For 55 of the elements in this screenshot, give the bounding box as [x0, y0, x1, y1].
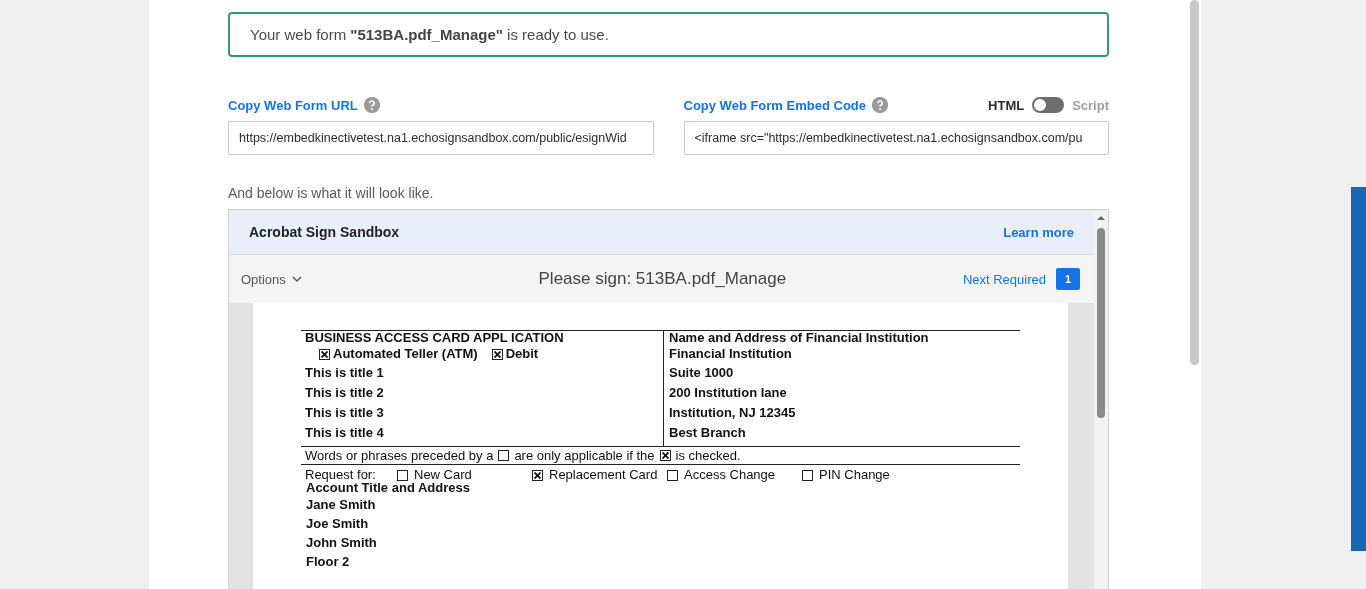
form-text: Institution, NJ 12345	[669, 404, 797, 422]
form-text: John Smith	[306, 534, 378, 552]
checkbox[interactable]	[319, 348, 330, 360]
checkbox-label: Debit	[505, 345, 539, 363]
checkbox[interactable]	[491, 348, 503, 360]
checkbox-label: PIN Change	[819, 466, 890, 484]
required-count-badge: 1	[1056, 268, 1080, 290]
form-text: Floor 2	[306, 553, 351, 571]
form-text: This is title 4	[305, 424, 385, 442]
form-text: Jane Smith	[306, 496, 377, 514]
checkbox[interactable]	[667, 469, 678, 481]
form-text: Suite 1000	[669, 364, 735, 382]
form-text: Financial Institution	[669, 345, 793, 363]
preview-caption: And below is what it will look like.	[228, 185, 435, 201]
toggle-label: HTML	[988, 97, 1025, 113]
checkbox-label: Access Change	[684, 466, 776, 484]
url-field[interactable]: https://embedkinectivetest.na1.echosignsandbox.com/public/esignWid	[228, 121, 654, 155]
toggle-label: Script	[1072, 97, 1109, 113]
request-label: Request for:	[305, 466, 377, 483]
note-text: is checked.	[675, 447, 741, 464]
sandbox-title: Acrobat Sign Sandbox	[249, 224, 400, 240]
form-heading: Name and Address of Financial Institution	[669, 331, 930, 345]
format-toggle[interactable]	[1032, 97, 1065, 113]
checkbox[interactable]	[532, 469, 543, 481]
checkbox-label: Replacement Card	[549, 466, 658, 484]
checkbox-label: New Card	[414, 466, 472, 483]
form-text: This is title 1	[305, 364, 385, 382]
preview-scrollbar[interactable]	[1094, 210, 1108, 589]
help-icon[interactable]	[363, 97, 380, 113]
form-text: 200 Institution lane	[669, 384, 788, 402]
form-heading: BUSINESS ACCESS CARD APPL ICATION	[305, 331, 565, 345]
form-heading: Account Title and Address	[306, 481, 471, 495]
next-required-link[interactable]: Next Required	[962, 271, 1046, 287]
note-text: are only applicable if the	[514, 447, 655, 464]
form-text: This is title 3	[305, 404, 385, 422]
checkbox[interactable]	[659, 450, 671, 461]
form-text: Joe Smith	[306, 515, 370, 533]
embed-code-label: Copy Web Form Embed Code	[683, 97, 866, 113]
checkbox[interactable]	[802, 469, 813, 481]
form-text: This is title 2	[305, 384, 385, 402]
success-message: Your web form "513BA.pdf_Manage" is ready to use.	[228, 12, 1109, 57]
learn-more-link[interactable]: Learn more	[1003, 224, 1074, 240]
chevron-down-icon	[291, 276, 302, 282]
url-label: Copy Web Form URL	[228, 97, 358, 113]
checkbox[interactable]	[498, 450, 510, 461]
page-scrollbar[interactable]	[1190, 0, 1199, 365]
checkbox-label: Automated Teller (ATM)	[333, 345, 478, 363]
checkbox[interactable]	[397, 469, 408, 481]
note-text: Words or phrases preceded by a	[305, 447, 494, 464]
document-title: Please sign: 513BA.pdf_Manage	[537, 269, 788, 289]
form-text: Best Branch	[669, 424, 747, 442]
embed-code-field[interactable]: <iframe src="https://embedkinectivetest.na1.echosignsandbox.com/pu	[683, 121, 1109, 155]
scroll-up-arrow-icon[interactable]	[1097, 214, 1105, 222]
help-icon[interactable]	[872, 97, 888, 113]
options-menu[interactable]: Options	[241, 271, 302, 287]
